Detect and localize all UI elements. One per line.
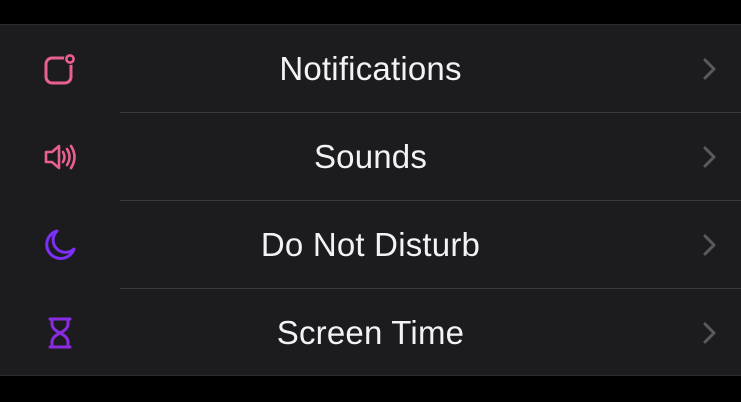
row-label-sounds: Sounds (313, 138, 428, 175)
chevron-right-icon (699, 145, 719, 169)
row-label-screen-time: Screen Time (276, 314, 465, 351)
row-label-notifications: Notifications (279, 50, 462, 87)
settings-row-do-not-disturb[interactable]: Do Not Disturb (0, 201, 741, 289)
hourglass-icon (40, 313, 80, 353)
speaker-wave-icon (40, 137, 80, 177)
settings-group: Notifications Sounds Do Not Disturb Scre… (0, 24, 741, 376)
settings-row-sounds[interactable]: Sounds (0, 113, 741, 201)
chevron-right-icon (699, 321, 719, 345)
row-label-do-not-disturb: Do Not Disturb (260, 226, 481, 263)
chevron-right-icon (699, 233, 719, 257)
settings-row-notifications[interactable]: Notifications (0, 25, 741, 113)
settings-row-screen-time[interactable]: Screen Time (0, 289, 741, 377)
settings-screen: Notifications Sounds Do Not Disturb Scre… (0, 0, 741, 402)
notifications-badge-icon (40, 49, 80, 89)
moon-icon (40, 225, 80, 265)
chevron-right-icon (699, 57, 719, 81)
